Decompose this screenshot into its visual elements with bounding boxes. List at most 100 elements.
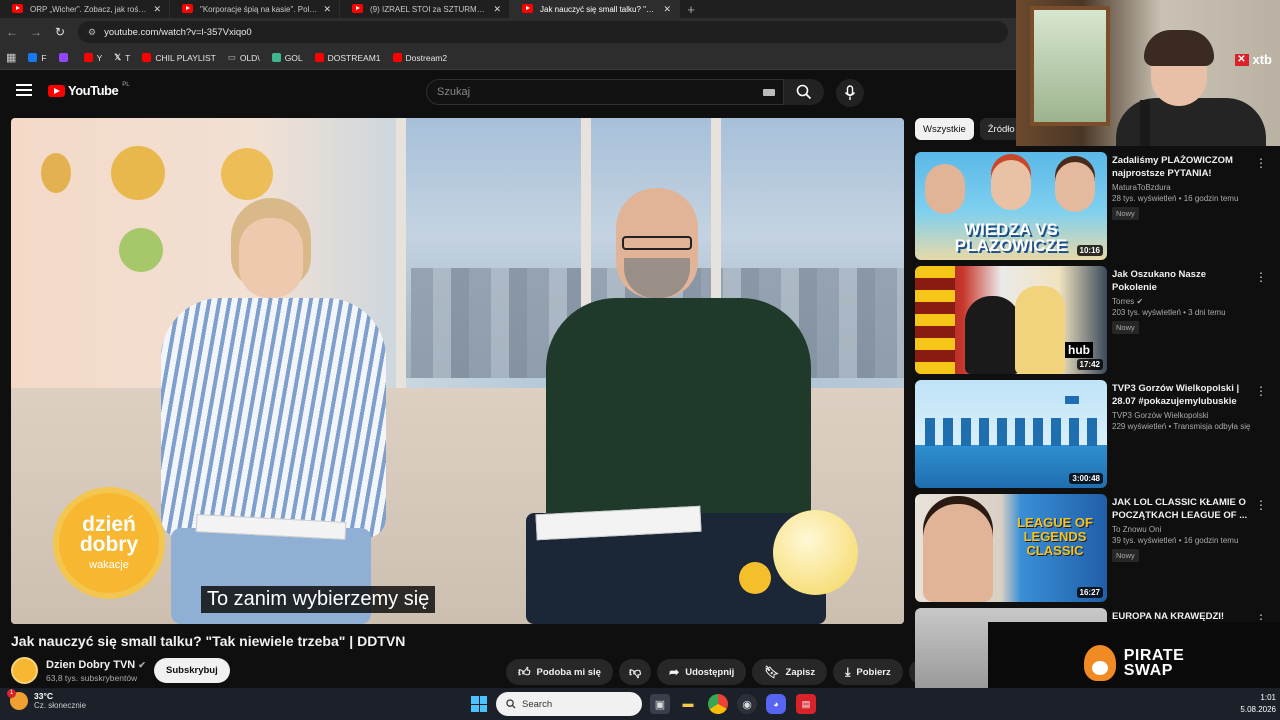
thumbs-up-icon: 👍︎ — [518, 664, 531, 679]
browser-tab[interactable]: (9) IZRAEL STOI za SZTURMEM ✕ — [340, 0, 510, 18]
recommendation-title[interactable]: JAK LOL CLASSIC KŁAMIE O POCZĄTKACH LEAG… — [1112, 496, 1252, 522]
search-input[interactable]: Szukaj — [426, 79, 784, 105]
twitch-icon — [58, 53, 68, 62]
more-options-icon[interactable]: ⋮ — [1255, 156, 1267, 170]
new-badge: Nowy — [1112, 321, 1139, 334]
keyboard-icon[interactable] — [763, 89, 775, 96]
discord-icon[interactable]: ◕ — [766, 694, 786, 714]
reload-icon[interactable]: ↻ — [48, 25, 72, 39]
bookmark-item[interactable] — [58, 53, 72, 62]
weather-sun-icon: 1 — [7, 688, 28, 710]
bookmark-folder[interactable]: ▭ OLD\ — [228, 52, 260, 63]
chip-all[interactable]: Wszystkie — [915, 118, 974, 140]
channel-info: Dzien Dobry TVN ✔ 63,8 tys. subskrybentów — [11, 657, 146, 684]
xtb-logo: ✕ xtb — [1234, 52, 1272, 67]
subscriber-count: 63,8 tys. subskrybentów — [46, 672, 138, 683]
channel-name[interactable]: Dzien Dobry TVN — [46, 659, 135, 671]
verified-icon: ✔ — [1136, 297, 1144, 306]
recommendation-stats: 229 wyświetleń • Transmisja odbyła się .… — [1112, 422, 1252, 431]
search-icon — [796, 84, 812, 100]
recommendation-item[interactable]: LEAGUE OF LEGENDS CLASSIC 16:27 JAK LOL … — [915, 494, 1275, 602]
forward-arrow-icon[interactable]: → — [24, 25, 48, 39]
more-options-icon[interactable]: ⋮ — [1255, 270, 1267, 284]
taskbar-search[interactable]: Search — [496, 692, 642, 716]
channel-avatar[interactable] — [11, 657, 38, 684]
recommendation-title[interactable]: Zadaliśmy PLAŻOWICZOM najprostsze PYTANI… — [1112, 154, 1252, 180]
share-button[interactable]: ➦ Udostępnij — [657, 659, 747, 685]
bookmark-item[interactable]: F — [28, 53, 47, 63]
youtube-icon — [142, 53, 152, 62]
recommendation-stats: 28 tys. wyświetleń • 16 godzin temu — [1112, 194, 1239, 203]
like-button[interactable]: 👍︎ Podoba mi się — [506, 659, 613, 685]
task-view-icon[interactable]: ▣ — [650, 694, 670, 714]
video-thumbnail[interactable]: hub 17:42 — [915, 266, 1107, 374]
youtube-favicon-icon — [522, 4, 533, 13]
apps-grid-icon[interactable]: ▦ — [6, 51, 16, 64]
recommendation-channel[interactable]: MaturaToBzdura — [1112, 183, 1252, 192]
file-explorer-icon[interactable]: ▬ — [678, 694, 698, 714]
subscribe-button[interactable]: Subskrybuj — [154, 658, 230, 683]
save-button[interactable]: 🔖︎ Zapisz — [752, 659, 828, 685]
bookmark-item[interactable]: DOSTREAM1 — [314, 53, 381, 63]
url-field[interactable]: ⚙ youtube.com/watch?v=l-357Vxiqo0 — [78, 21, 1008, 43]
voice-search-button[interactable] — [836, 79, 864, 107]
site-info-icon[interactable]: ⚙ — [88, 27, 96, 38]
video-duration: 3:00:48 — [1069, 473, 1103, 484]
new-tab-icon[interactable]: + — [680, 2, 702, 17]
video-player[interactable]: dzień dobry wakacje To zanim wybierzemy … — [11, 118, 904, 624]
youtube-favicon-icon — [182, 4, 193, 13]
video-thumbnail[interactable]: 3:00:48 — [915, 380, 1107, 488]
browser-tab[interactable]: ORP „Wicher”. Zobacz, jak rośnie ✕ — [0, 0, 170, 18]
browser-tab[interactable]: "Korporacje śpią na kasie". Polska ✕ — [170, 0, 340, 18]
video-thumbnail[interactable]: WIEDZA VS PLAZOWICZE 10:16 — [915, 152, 1107, 260]
download-button[interactable]: ⤓ Pobierz — [833, 659, 903, 685]
browser-tab-active[interactable]: Jak nauczyć się small talku? "Tak ✕ — [510, 0, 680, 18]
recommendation-channel[interactable]: TVP3 Gorzów Wielkopolski — [1112, 411, 1252, 420]
youtube-icon — [314, 53, 324, 62]
youtube-icon — [83, 53, 93, 62]
video-thumbnail[interactable]: LEAGUE OF LEGENDS CLASSIC 16:27 — [915, 494, 1107, 602]
recommendation-stats: 203 tys. wyświetleń • 3 dni temu — [1112, 308, 1226, 317]
recommendation-item[interactable]: 3:00:48 TVP3 Gorzów Wielkopolski | 28.07… — [915, 380, 1275, 488]
close-tab-icon[interactable]: ✕ — [323, 4, 331, 15]
recommendation-item[interactable]: hub 17:42 Jak Oszukano Nasze Pokolenie T… — [915, 266, 1275, 374]
dislike-button[interactable]: 👎︎ — [618, 659, 652, 685]
search-button[interactable] — [784, 79, 824, 105]
more-options-icon[interactable]: ⋮ — [1255, 384, 1267, 398]
bookmark-item[interactable]: 𝕏T — [114, 52, 130, 63]
close-tab-icon[interactable]: ✕ — [153, 4, 161, 15]
close-tab-icon[interactable]: ✕ — [493, 4, 501, 15]
close-tab-icon[interactable]: ✕ — [663, 4, 671, 15]
system-clock[interactable]: 1:01 5.08.2026 — [1240, 692, 1276, 716]
back-arrow-icon[interactable]: ← — [0, 25, 24, 39]
more-options-icon[interactable]: ⋮ — [1255, 498, 1267, 512]
recommendation-channel[interactable]: To Znowu Oni — [1112, 525, 1252, 534]
youtube-icon — [392, 53, 402, 62]
bookmark-item[interactable]: GOL — [271, 53, 303, 63]
microphone-icon — [844, 85, 856, 100]
menu-icon[interactable] — [16, 84, 32, 96]
chrome-icon[interactable] — [708, 694, 728, 714]
youtube-favicon-icon — [12, 4, 23, 13]
recommendation-title[interactable]: TVP3 Gorzów Wielkopolski | 28.07 #pokazu… — [1112, 382, 1252, 408]
bookmark-item[interactable]: Y — [83, 53, 102, 63]
windows-start-icon[interactable] — [471, 696, 487, 712]
video-actions: 👍︎ Podoba mi się 👎︎ ➦ Udostępnij 🔖︎ Zapisz … — [506, 659, 935, 685]
xtb-mark-icon: ✕ — [1234, 53, 1249, 66]
recommendation-item[interactable]: WIEDZA VS PLAZOWICZE 10:16 Zadaliśmy PLA… — [915, 152, 1275, 260]
share-icon: ➦ — [669, 665, 680, 679]
youtube-logo[interactable]: YouTube PL — [48, 82, 130, 98]
steam-icon[interactable]: ◉ — [737, 694, 757, 714]
pirate-logo-icon — [1083, 645, 1116, 681]
video-caption: To zanim wybierzemy się — [201, 586, 436, 613]
bookmark-item[interactable]: Dostream2 — [392, 53, 447, 63]
app-red-icon[interactable]: ▤ — [796, 694, 816, 714]
weather-widget[interactable]: 1 33°C Cz. słonecznie — [7, 688, 86, 710]
recommendation-title[interactable]: Jak Oszukano Nasze Pokolenie — [1112, 268, 1252, 294]
recommendation-channel[interactable]: Torres ✔ — [1112, 297, 1252, 306]
bookmark-icon: 🔖︎ — [764, 665, 780, 679]
bookmark-item[interactable]: CHIL PLAYLIST — [142, 53, 216, 63]
windows-taskbar: 1 33°C Cz. słonecznie Search ▣ ▬ ◉ ◕ ▤ 1… — [0, 688, 1280, 720]
presenter-woman — [161, 198, 391, 624]
search-icon — [506, 699, 516, 709]
